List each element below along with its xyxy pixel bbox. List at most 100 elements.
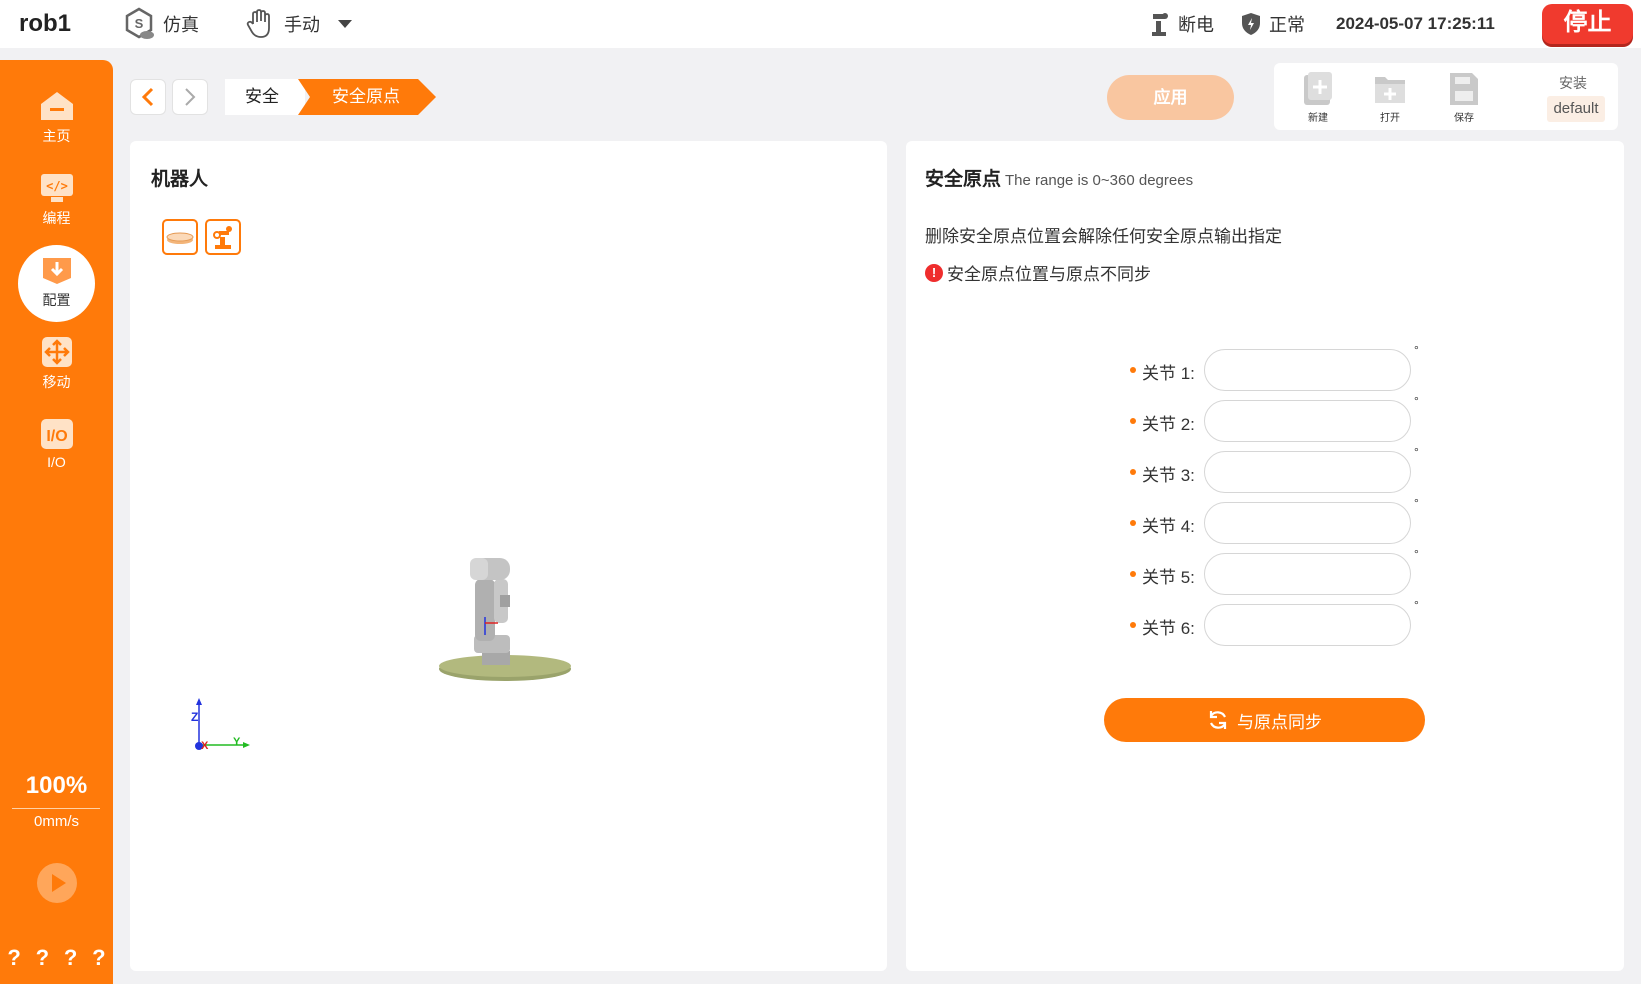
config-icon: [42, 258, 71, 284]
view-robot-button[interactable]: [205, 219, 241, 255]
chevron-right-icon: [185, 88, 196, 106]
joint-row-4: 关节 4: °: [1130, 496, 1420, 544]
required-dot: [1130, 469, 1136, 475]
open-folder-icon: [1375, 77, 1405, 103]
io-icon: I/O: [40, 419, 73, 449]
joint-row-1: 关节 1: °: [1130, 343, 1420, 391]
joint-2-input[interactable]: [1204, 400, 1411, 442]
sync-to-origin-button[interactable]: 与原点同步: [1104, 698, 1425, 742]
required-dot: [1130, 571, 1136, 577]
base-disc-icon: [166, 232, 194, 244]
power-status: 断电: [1148, 8, 1214, 40]
simulation-toggle[interactable]: S 仿真: [123, 7, 199, 40]
joint-3-input[interactable]: [1204, 451, 1411, 493]
help-mark[interactable]: ?: [7, 945, 20, 971]
help-mark[interactable]: ?: [36, 945, 49, 971]
refresh-icon: [1209, 711, 1227, 729]
status-label: 正常: [1269, 15, 1305, 35]
joint-row-3: 关节 3: °: [1130, 445, 1420, 493]
required-dot: [1130, 622, 1136, 628]
axes-indicator: Z X Y: [191, 698, 250, 752]
new-file-icon: [1304, 72, 1332, 105]
help-mark[interactable]: ?: [92, 945, 105, 971]
sidebar-item-label: 主页: [42, 128, 71, 144]
svg-text:S: S: [135, 16, 144, 31]
stop-button[interactable]: 停止: [1542, 4, 1633, 44]
range-note: The range is 0~360 degrees: [1005, 172, 1194, 189]
install-value[interactable]: default: [1547, 96, 1605, 122]
joint-unit: °: [1414, 496, 1419, 510]
breadcrumb-label: 安全原点: [332, 87, 400, 106]
required-dot: [1130, 367, 1136, 373]
new-file-label: 新建: [1308, 113, 1328, 124]
sidebar-item-label: 配置: [42, 292, 71, 308]
chevron-down-icon: [338, 20, 352, 28]
apply-button[interactable]: 应用: [1107, 75, 1234, 120]
axis-z-label: Z: [191, 710, 198, 724]
save-file-button[interactable]: 保存: [1439, 71, 1489, 124]
warning-text: 安全原点位置与原点不同步: [947, 265, 1151, 284]
sidebar-item-home[interactable]: 主页: [0, 90, 113, 146]
code-icon: </>: [40, 174, 73, 202]
simulation-label: 仿真: [163, 15, 199, 35]
save-icon: [1450, 73, 1478, 105]
joint-label: 关节 5:: [1142, 568, 1195, 587]
joint-unit: °: [1414, 598, 1419, 612]
svg-text:</>: </>: [46, 179, 68, 193]
play-button[interactable]: [37, 863, 77, 903]
install-label: 安装: [1559, 75, 1587, 91]
help-row: ? ? ? ?: [0, 945, 113, 971]
sync-label: 与原点同步: [1237, 712, 1322, 732]
breadcrumb-safety-origin[interactable]: 安全原点: [298, 79, 438, 115]
sidebar-item-label: 编程: [42, 210, 71, 226]
joint-row-5: 关节 5: °: [1130, 547, 1420, 595]
speed-percent[interactable]: 100%: [0, 772, 113, 800]
back-button[interactable]: [130, 79, 166, 115]
top-bar: rob1 S 仿真 手动 断电 正常 2024-05-07 17:25:11 停…: [0, 0, 1641, 48]
joint-label: 关节 3:: [1142, 466, 1195, 485]
chevron-left-icon: [141, 87, 154, 107]
joint-4-input[interactable]: [1204, 502, 1411, 544]
joint-label: 关节 4:: [1142, 517, 1195, 536]
speed-value: 0mm/s: [34, 813, 79, 830]
simulation-icon: S: [125, 7, 154, 39]
robot-3d-view[interactable]: [430, 545, 580, 685]
mode-dropdown[interactable]: 手动: [244, 8, 354, 40]
new-file-button[interactable]: 新建: [1293, 71, 1343, 124]
sidebar-item-io[interactable]: I/O I/O: [0, 418, 113, 470]
required-dot: [1130, 418, 1136, 424]
warning-icon: !: [925, 263, 943, 282]
forward-button[interactable]: [172, 79, 208, 115]
joint-unit: °: [1414, 394, 1419, 408]
sidebar-item-programming[interactable]: </> 编程: [0, 172, 113, 228]
help-mark[interactable]: ?: [64, 945, 77, 971]
play-icon: [52, 874, 66, 892]
breadcrumb-safety[interactable]: 安全: [225, 79, 305, 115]
sidebar-item-config[interactable]: 配置: [0, 254, 113, 310]
safety-origin-title-text: 安全原点: [925, 169, 1002, 190]
home-icon: [40, 92, 73, 120]
required-dot: [1130, 520, 1136, 526]
save-file-label: 保存: [1454, 113, 1474, 124]
joint-label: 关节 1:: [1142, 364, 1195, 383]
joint-6-input[interactable]: [1204, 604, 1411, 646]
sidebar-item-move[interactable]: 移动: [0, 336, 113, 392]
joint-unit: °: [1414, 343, 1419, 357]
joint-unit: °: [1414, 445, 1419, 459]
view-base-button[interactable]: [162, 219, 198, 255]
joint-5-input[interactable]: [1204, 553, 1411, 595]
robot-panel-title: 机器人: [151, 169, 209, 190]
open-file-button[interactable]: 打开: [1365, 71, 1415, 124]
sidebar-item-label: 移动: [42, 374, 71, 390]
sidebar: 主页 </> 编程 配置 移动 I/O I/O 100% 0mm/s ? ? ?…: [0, 60, 113, 984]
description-text: 删除安全原点位置会解除任何安全原点输出指定: [925, 227, 1282, 246]
open-file-label: 打开: [1380, 113, 1400, 124]
joint-label: 关节 6:: [1142, 619, 1195, 638]
joint-1-input[interactable]: [1204, 349, 1411, 391]
svg-text:I/O: I/O: [46, 428, 67, 445]
sync-warning: ! 安全原点位置与原点不同步: [925, 260, 1151, 285]
hand-icon: [246, 9, 270, 38]
robot-name: rob1: [19, 10, 72, 37]
move-icon: [41, 337, 72, 367]
joint-unit: °: [1414, 547, 1419, 561]
